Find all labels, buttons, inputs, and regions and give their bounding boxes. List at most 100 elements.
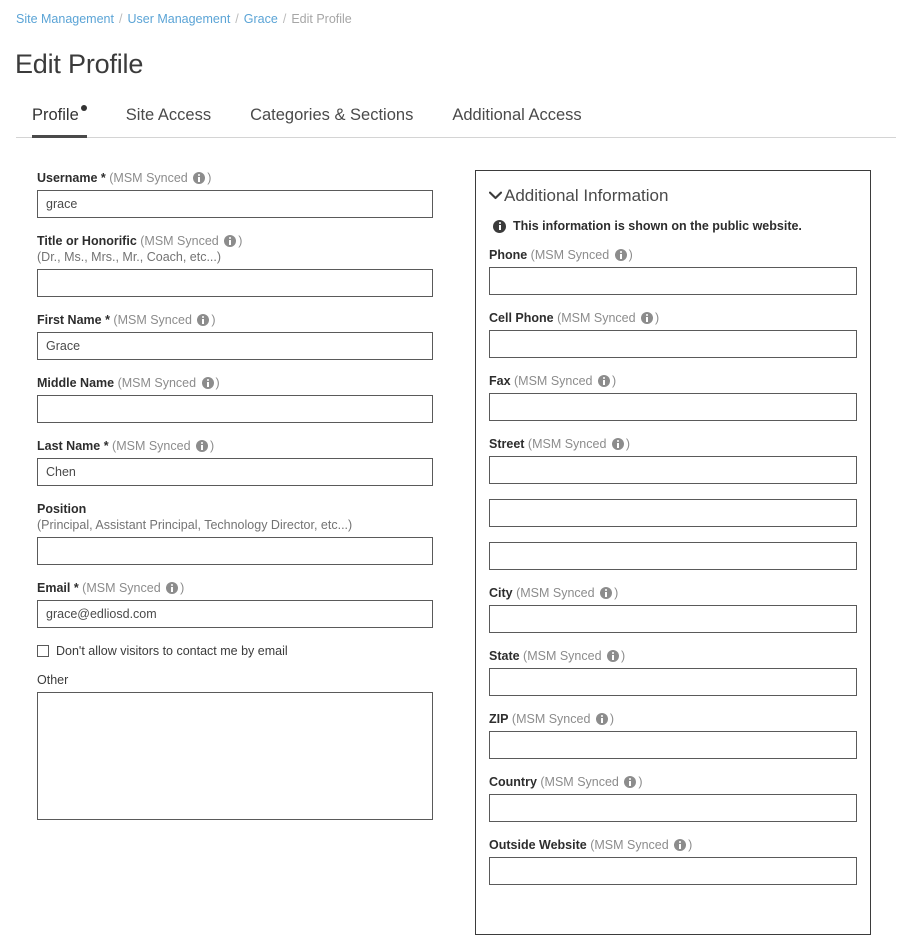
info-icon[interactable]: [201, 377, 214, 389]
page-title: Edit Profile: [15, 49, 144, 79]
field-street: Street (MSM Synced ): [489, 436, 857, 570]
input-last-name[interactable]: [37, 458, 433, 486]
input-phone[interactable]: [489, 267, 857, 295]
breadcrumb-separator: /: [118, 12, 123, 26]
input-first-name[interactable]: [37, 332, 433, 360]
field-label: Email * (MSM Synced ): [37, 580, 433, 597]
info-icon[interactable]: [641, 312, 654, 324]
input-email[interactable]: [37, 600, 433, 628]
field-outside-website: Outside Website (MSM Synced ): [489, 837, 857, 885]
field-label: ZIP (MSM Synced ): [489, 711, 857, 728]
info-icon[interactable]: [196, 440, 208, 452]
input-middle-name[interactable]: [37, 395, 433, 423]
edit-profile-page: Site Management / User Management / Grace / Ed…: [0, 0, 903, 944]
additional-information-header[interactable]: Additional Information: [488, 185, 857, 207]
tab-site-access[interactable]: Site Access: [126, 104, 211, 135]
additional-information-fields: Phone (MSM Synced ) Cell Phone (MSM Synce…: [489, 247, 857, 885]
checkbox-label: Don't allow visitors to contact me by em…: [56, 644, 288, 658]
msm-synced-text: (MSM Synced: [519, 649, 606, 663]
info-icon[interactable]: [674, 839, 687, 851]
field-label: Fax (MSM Synced ): [489, 373, 857, 390]
input-outside-website[interactable]: [489, 857, 857, 885]
msm-synced-close: ): [621, 649, 626, 663]
additional-information-title: Additional Information: [504, 186, 669, 205]
info-icon[interactable]: [166, 582, 179, 594]
additional-information-panel: Additional Information This information …: [475, 170, 871, 935]
info-icon[interactable]: [595, 713, 608, 725]
breadcrumb-item-grace[interactable]: Grace: [244, 12, 278, 26]
field-label: Country (MSM Synced ): [489, 774, 857, 791]
info-icon[interactable]: [597, 375, 610, 387]
info-icon[interactable]: [624, 776, 637, 788]
field-label-text: Fax: [489, 374, 511, 388]
other-label: Other: [37, 673, 69, 687]
msm-synced-text: (MSM Synced: [114, 376, 200, 390]
info-icon[interactable]: [600, 587, 613, 599]
breadcrumb-item-edit-profile: Edit Profile: [291, 12, 352, 26]
input-position[interactable]: [37, 537, 433, 565]
field-hint: (Principal, Assistant Principal, Technol…: [37, 518, 353, 532]
info-icon[interactable]: [197, 314, 210, 326]
msm-synced-text: (MSM Synced: [510, 374, 596, 388]
field-label-text: Username *: [37, 171, 106, 185]
field-label-text: Phone: [489, 248, 528, 262]
breadcrumb-item-user-management[interactable]: User Management: [127, 12, 230, 26]
input-title-or-honorific[interactable]: [37, 269, 433, 297]
msm-synced-text: (MSM Synced: [527, 248, 613, 262]
field-zip: ZIP (MSM Synced ): [489, 711, 857, 759]
input-fax[interactable]: [489, 393, 857, 421]
info-icon[interactable]: [607, 650, 620, 662]
field-label: Outside Website (MSM Synced ): [489, 837, 857, 854]
field-first-name: First Name * (MSM Synced ): [37, 312, 433, 360]
tab-label: Site Access: [125, 106, 212, 124]
input-country[interactable]: [489, 794, 857, 822]
field-label-text: Middle Name: [37, 376, 115, 390]
info-icon[interactable]: [614, 249, 627, 261]
field-label-text: ZIP: [489, 712, 509, 726]
field-label: Title or Honorific (MSM Synced ) (Dr., Ms…: [37, 233, 433, 266]
msm-synced-close: ): [688, 838, 693, 852]
field-phone: Phone (MSM Synced ): [489, 247, 857, 295]
input-street-line-3[interactable]: [489, 542, 857, 570]
field-label-text: Country: [489, 775, 537, 789]
field-cell-phone: Cell Phone (MSM Synced ): [489, 310, 857, 358]
field-label-text: City: [489, 586, 513, 600]
no-email-contact-checkbox-row[interactable]: Don't allow visitors to contact me by em…: [37, 643, 433, 659]
field-email: Email * (MSM Synced ): [37, 580, 433, 628]
msm-synced-close: ): [210, 439, 215, 453]
input-username[interactable]: [37, 190, 433, 218]
msm-synced-close: ): [609, 712, 615, 726]
tab-additional-access[interactable]: Additional Access: [452, 104, 581, 135]
textarea-other[interactable]: [37, 692, 433, 820]
field-label: Street (MSM Synced ): [489, 436, 857, 453]
info-icon[interactable]: [224, 235, 237, 247]
input-cell-phone[interactable]: [489, 330, 857, 358]
profile-form-left: Username * (MSM Synced ) Title or Honorif…: [37, 170, 433, 820]
field-fax: Fax (MSM Synced ): [489, 373, 857, 421]
field-label: State (MSM Synced ): [489, 648, 857, 665]
input-street-line-2[interactable]: [489, 499, 857, 527]
tab-categories-sections[interactable]: Categories & Sections: [250, 104, 413, 135]
info-icon[interactable]: [611, 438, 624, 450]
input-state[interactable]: [489, 668, 857, 696]
msm-synced-close: ): [638, 775, 643, 789]
msm-synced-text: (MSM Synced: [512, 586, 599, 600]
breadcrumb-item-site-management[interactable]: Site Management: [16, 12, 114, 26]
checkbox-icon[interactable]: [37, 645, 49, 657]
field-label: City (MSM Synced ): [489, 585, 857, 602]
field-label-text: Title or Honorific: [37, 234, 137, 248]
input-zip[interactable]: [489, 731, 857, 759]
tab-label: Categories & Sections: [250, 106, 414, 124]
input-street[interactable]: [489, 456, 857, 484]
msm-synced-text: (MSM Synced: [78, 581, 165, 595]
tab-label: Additional Access: [452, 106, 582, 124]
input-city[interactable]: [489, 605, 857, 633]
field-label-text: State: [489, 649, 520, 663]
msm-synced-text: (MSM Synced: [553, 311, 640, 325]
field-label-text: Street: [489, 437, 525, 451]
msm-synced-close: ): [625, 437, 631, 451]
info-icon[interactable]: [193, 172, 206, 184]
field-other: Other: [37, 672, 433, 820]
msm-synced-close: ): [655, 311, 660, 325]
tab-profile[interactable]: Profile: [32, 104, 87, 138]
